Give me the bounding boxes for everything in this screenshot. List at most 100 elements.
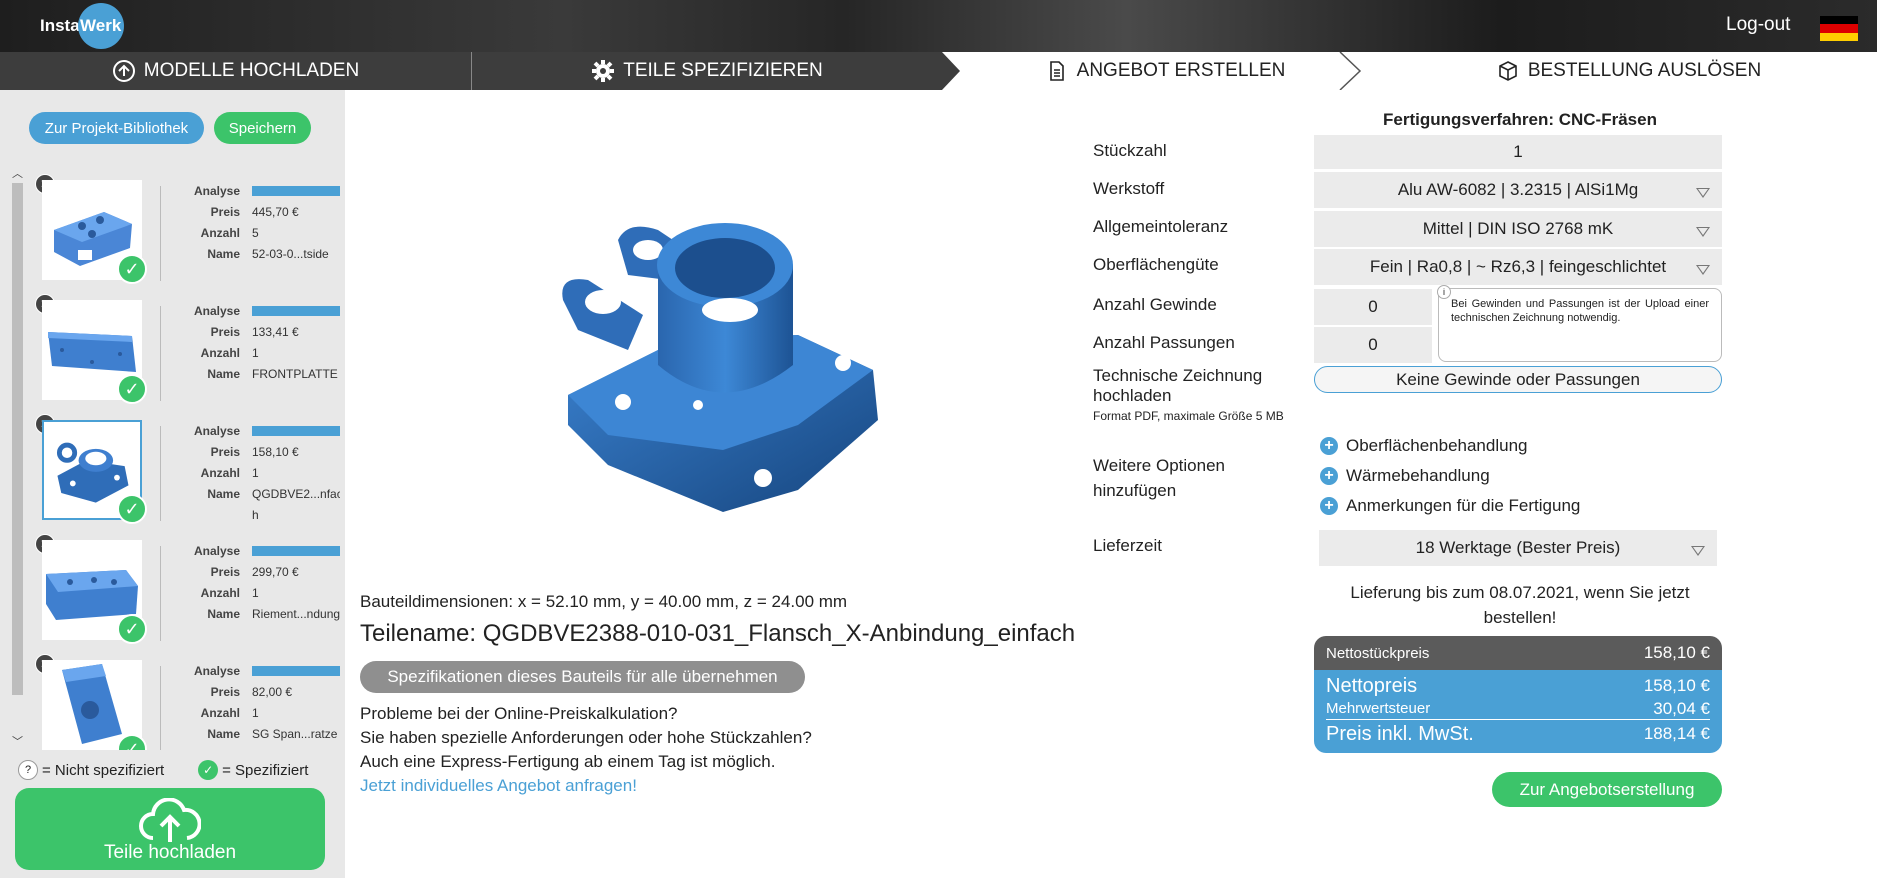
- fit-count-input[interactable]: 0: [1314, 327, 1432, 363]
- anzahl-label: Anzahl: [200, 226, 240, 240]
- progress-steps: MODELLE HOCHLADEN TEILE SPEZIFIZIEREN AN…: [0, 52, 1877, 90]
- oberflaeche-label: Oberflächengüte: [1093, 255, 1219, 274]
- preis-row: Preis 299,70 €: [170, 565, 299, 579]
- step-teile-spezifizieren[interactable]: TEILE SPEZIFIZIEREN: [472, 52, 942, 90]
- german-flag-icon[interactable]: [1820, 16, 1858, 41]
- part-item[interactable]: ✕ ✓ Analyse Preis133,41 € Anzahl1 NameFR…: [30, 288, 340, 408]
- tolerance-value: Mittel | DIN ISO 2768 mK: [1422, 219, 1614, 238]
- upload-parts-button[interactable]: Teile hochladen: [15, 788, 325, 870]
- problems-line-2: Sie haben spezielle Anforderungen oder h…: [360, 728, 812, 747]
- plus-icon: +: [1320, 437, 1338, 455]
- check-icon: ✓: [198, 760, 219, 780]
- sidebar-scrollbar[interactable]: ︿ ﹀: [10, 165, 25, 750]
- name-row: Name Riement...ndung: [170, 607, 340, 621]
- delivery-time-select[interactable]: 18 Werktage (Bester Preis): [1319, 530, 1717, 566]
- toleranz-label: Allgemeintoleranz: [1093, 217, 1229, 236]
- step-arrow: [942, 52, 960, 90]
- material-value: Alu AW-6082 | 3.2315 | AlSi1Mg: [1397, 180, 1639, 199]
- option-manufacturing-notes[interactable]: + Anmerkungen für die Fertigung: [1320, 496, 1580, 516]
- cloud-upload-icon: [139, 798, 201, 842]
- analyse-label: Analyse: [193, 184, 240, 198]
- step-label: TEILE SPEZIFIZIEREN: [623, 60, 823, 81]
- name-value: QGDBVE2...nfac: [252, 487, 340, 501]
- surface-quality-select[interactable]: Fein | Ra0,8 | ~ Rz6,3 | feingeschlichte…: [1314, 249, 1722, 285]
- part-dimensions: Bauteildimensionen: x = 52.10 mm, y = 40…: [360, 592, 848, 611]
- name-label: Name: [207, 247, 240, 261]
- logo-circle: Werk: [77, 3, 124, 49]
- part-item-selected[interactable]: ✕ ✓ Analyse Preis158,10 € Anzahl1 NameQG…: [30, 408, 340, 528]
- preis-value: 299,70 €: [252, 565, 299, 579]
- dropdown-arrow-icon: [1691, 546, 1705, 556]
- preis-value: 133,41 €: [252, 325, 299, 339]
- zeichnung-hint: Format PDF, maximale Größe 5 MB: [1093, 409, 1284, 423]
- preis-row: Preis 82,00 €: [170, 685, 292, 699]
- thread-count-input[interactable]: 0: [1314, 289, 1432, 325]
- delivery-date-text: Lieferung bis zum 08.07.2021, wenn Sie j…: [1350, 583, 1690, 627]
- gross-price-row: Preis inkl. MwSt. 188,14 €: [1326, 720, 1710, 748]
- net-unit-price-value: 158,10 €: [1643, 643, 1710, 662]
- name-label: Name: [207, 367, 240, 381]
- analyse-bar: [252, 186, 340, 196]
- option-surface-treatment[interactable]: + Oberflächenbehandlung: [1320, 436, 1527, 456]
- part-item[interactable]: ✕ ✓ Analyse Preis82,00 € Anzahl1 NameSG …: [30, 648, 340, 750]
- preis-row: Preis 445,70 €: [170, 205, 299, 219]
- step-bestellung-ausloesen[interactable]: BESTELLUNG AUSLÖSEN: [1380, 52, 1877, 90]
- instawerk-logo[interactable]: Insta Werk: [40, 3, 124, 49]
- legend-specified: = Spezifiziert: [222, 761, 309, 779]
- scroll-track[interactable]: [12, 183, 23, 695]
- apply-spec-to-all-button[interactable]: Spezifikationen dieses Bauteils für alle…: [360, 661, 805, 693]
- no-threads-button[interactable]: Keine Gewinde oder Passungen: [1314, 366, 1722, 393]
- analyse-row: Analyse: [170, 544, 340, 558]
- specified-check-icon: ✓: [117, 614, 147, 644]
- part-name-title: Teilename: QGDBVE2388-010-031_Flansch_X-…: [360, 620, 1076, 647]
- name-row: Name SG Span...ratze: [170, 727, 337, 741]
- quantity-input[interactable]: 1: [1314, 135, 1722, 169]
- analyse-label: Analyse: [193, 304, 240, 318]
- project-library-button[interactable]: Zur Projekt-Bibliothek: [29, 112, 204, 144]
- 3d-part-viewer[interactable]: [548, 220, 888, 530]
- option-label: Wärmebehandlung: [1346, 466, 1490, 485]
- net-price-value: 158,10 €: [1643, 676, 1710, 695]
- request-quote-link[interactable]: Jetzt individuelles Angebot anfragen!: [360, 776, 637, 795]
- step-label: MODELLE HOCHLADEN: [143, 60, 360, 81]
- logout-link[interactable]: Log-out: [1726, 14, 1790, 36]
- anzahl-value: 1: [252, 706, 259, 720]
- dropdown-arrow-icon: [1696, 227, 1710, 237]
- anzahl-label: Anzahl: [200, 346, 240, 360]
- analyse-row: Analyse: [170, 184, 340, 198]
- scroll-down-icon[interactable]: ﹀: [12, 733, 23, 749]
- part-item[interactable]: ✕ ✓ Analyse Preis445,70 € Anzahl5 Name52…: [30, 168, 340, 288]
- document-icon: [1049, 61, 1064, 81]
- step-modelle-hochladen[interactable]: MODELLE HOCHLADEN: [0, 52, 472, 90]
- upload-circle-icon: [112, 60, 135, 82]
- material-select[interactable]: Alu AW-6082 | 3.2315 | AlSi1Mg: [1314, 172, 1722, 208]
- tolerance-select[interactable]: Mittel | DIN ISO 2768 mK: [1314, 211, 1722, 247]
- anzahl-value: 1: [252, 346, 259, 360]
- step-label: BESTELLUNG AUSLÖSEN: [1527, 60, 1762, 81]
- vat-value: 30,04 €: [1653, 698, 1710, 718]
- analyse-bar: [252, 426, 340, 436]
- info-icon: i: [1437, 285, 1451, 299]
- part-item[interactable]: ✕ ✓ Analyse Preis299,70 € Anzahl1 NameRi…: [30, 528, 340, 648]
- scroll-up-icon[interactable]: ︿: [12, 165, 23, 181]
- stueckzahl-label: Stückzahl: [1093, 141, 1167, 160]
- net-price-label: Nettopreis: [1326, 674, 1418, 697]
- legend-not-specified: = Nicht spezifiziert: [42, 761, 165, 779]
- divider: [160, 546, 161, 641]
- manufacturing-process: Fertigungsverfahren: CNC-Fräsen: [1383, 110, 1657, 129]
- optionen-label-line1: Weitere Optionen: [1093, 456, 1225, 475]
- divider: [160, 306, 161, 401]
- preis-value: 158,10 €: [252, 445, 299, 459]
- name-row-cont: h: [170, 508, 259, 522]
- step-angebot-erstellen[interactable]: ANGEBOT ERSTELLEN: [965, 52, 1365, 90]
- create-quote-button[interactable]: Zur Angebotserstellung: [1492, 772, 1722, 807]
- vat-label: Mehrwertsteuer: [1326, 700, 1431, 717]
- note-text: Bei Gewinden und Passungen ist der Uploa…: [1451, 298, 1709, 324]
- save-button[interactable]: Speichern: [214, 112, 311, 144]
- option-heat-treatment[interactable]: + Wärmebehandlung: [1320, 466, 1490, 486]
- problems-line-3: Auch eine Express-Fertigung ab einem Tag…: [360, 752, 776, 771]
- name-value-cont: h: [252, 508, 259, 522]
- question-icon: ?: [18, 760, 38, 780]
- preis-value: 82,00 €: [252, 685, 293, 699]
- preis-label: Preis: [210, 325, 240, 339]
